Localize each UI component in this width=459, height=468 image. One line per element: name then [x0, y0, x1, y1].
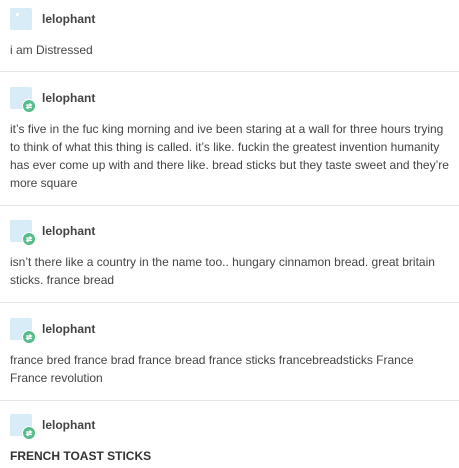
post-body: i am Distressed — [10, 43, 93, 57]
reblog-icon — [22, 330, 36, 344]
reblog-icon — [22, 99, 36, 113]
username[interactable]: lelophant — [42, 91, 95, 105]
post: lelophant france bred france brad france… — [0, 317, 459, 387]
post-header: lelophant — [10, 7, 449, 31]
reblog-thread: lelophant i am Distressed lelophant it’s… — [0, 0, 459, 468]
username[interactable]: lelophant — [42, 12, 95, 26]
avatar[interactable] — [10, 220, 36, 246]
avatar[interactable] — [10, 414, 36, 440]
post: lelophant it’s five in the fuc king morn… — [0, 86, 459, 192]
post-divider — [0, 400, 459, 401]
avatar[interactable] — [10, 8, 32, 30]
post-body: it’s five in the fuc king morning and iv… — [10, 122, 449, 190]
post-divider — [0, 71, 459, 72]
username[interactable]: lelophant — [42, 224, 95, 238]
post-body: isn’t there like a country in the name t… — [10, 255, 435, 287]
post-divider — [0, 205, 459, 206]
post-header: lelophant — [10, 317, 449, 344]
post-header: lelophant — [10, 219, 449, 246]
avatar-icon — [16, 13, 19, 16]
avatar[interactable] — [10, 318, 36, 344]
post-divider — [0, 302, 459, 303]
username[interactable]: lelophant — [42, 418, 95, 432]
post: lelophant FRENCH TOAST STICKS — [0, 413, 459, 465]
reblog-icon — [22, 232, 36, 246]
reblog-icon — [22, 426, 36, 440]
post: lelophant isn’t there like a country in … — [0, 219, 459, 289]
username[interactable]: lelophant — [42, 322, 95, 336]
post: lelophant i am Distressed — [0, 7, 459, 59]
post-header: lelophant — [10, 413, 449, 440]
post-body: france bred france brad france bread fra… — [10, 353, 414, 385]
post-body: FRENCH TOAST STICKS — [10, 449, 152, 463]
post-header: lelophant — [10, 86, 449, 113]
avatar[interactable] — [10, 87, 36, 113]
